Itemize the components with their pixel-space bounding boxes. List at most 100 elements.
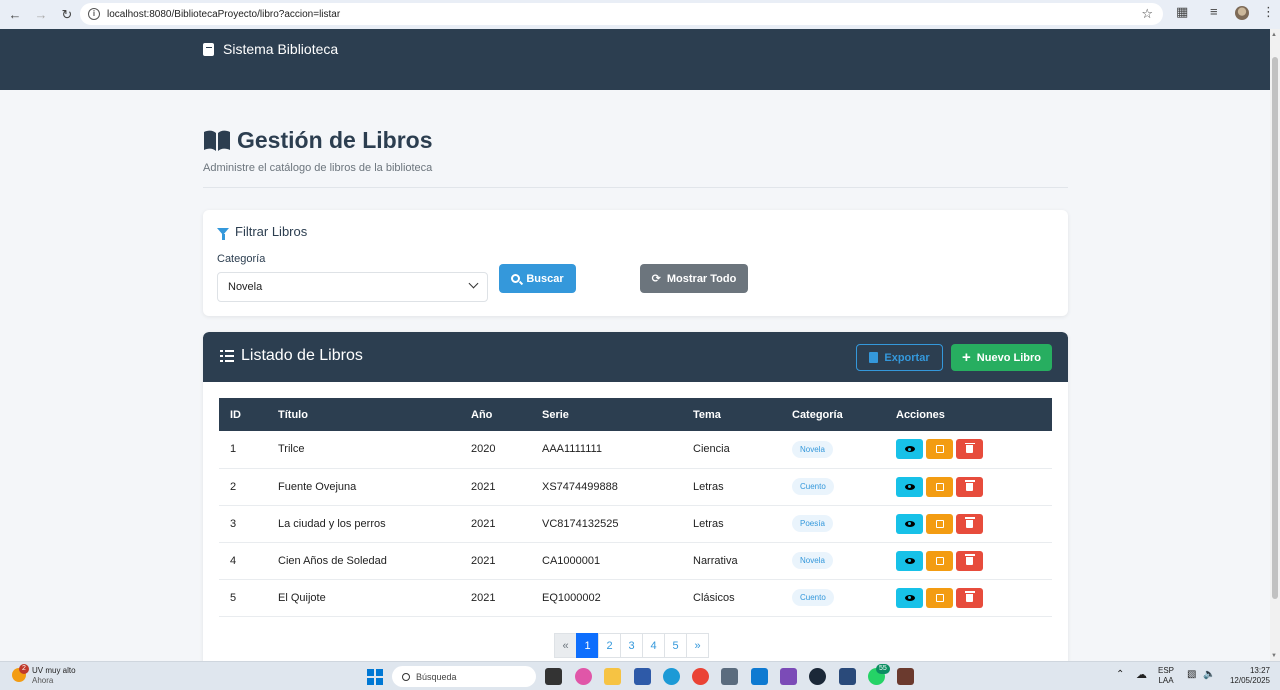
eye-icon [904, 520, 915, 527]
table-row: 1 Trilce 2020 AAA1111111 Ciencia Novela [219, 431, 1052, 468]
category-badge: Cuento [792, 478, 834, 495]
pagination-next[interactable]: » [686, 633, 709, 658]
brand-text: Sistema Biblioteca [223, 41, 339, 57]
pagination-page-1[interactable]: 1 [576, 633, 599, 658]
pagination-page-2[interactable]: 2 [598, 633, 621, 658]
scrollbar-thumb[interactable] [1272, 57, 1278, 599]
app-navbar: Sistema Biblioteca [0, 29, 1270, 90]
windows-start-icon[interactable] [367, 669, 383, 685]
delete-button[interactable] [956, 439, 983, 460]
category-badge: Novela [792, 552, 833, 569]
view-button[interactable] [896, 550, 923, 571]
delete-button[interactable] [956, 550, 983, 571]
bookmark-star-icon[interactable]: ☆ [1141, 6, 1153, 22]
task-view-icon[interactable] [545, 668, 562, 685]
pagination-page-5[interactable]: 5 [664, 633, 687, 658]
store-icon[interactable] [634, 668, 651, 685]
list-title: Listado de Libros [220, 347, 363, 365]
cell-year: 2020 [471, 443, 496, 456]
view-button[interactable] [896, 476, 923, 497]
site-info-icon[interactable]: i [88, 8, 100, 20]
export-button[interactable]: Exportar [856, 344, 943, 371]
view-button[interactable] [896, 513, 923, 534]
view-button[interactable] [896, 439, 923, 460]
filter-title-text: Filtrar Libros [235, 224, 308, 239]
copilot-icon[interactable] [575, 668, 592, 685]
cell-actions [885, 579, 1052, 616]
network-icon[interactable]: ▧ [1187, 670, 1196, 680]
edit-button[interactable] [926, 587, 953, 608]
table-row: 3 La ciudad y los perros 2021 VC8174132525 L… [219, 505, 1052, 542]
weather-badge: 2 [19, 664, 29, 674]
edit-button[interactable] [926, 513, 953, 534]
category-label: Categoría [217, 253, 266, 265]
sql-icon[interactable] [839, 668, 856, 685]
edit-icon [935, 519, 944, 528]
reload-icon[interactable]: ↻ [56, 4, 78, 26]
edit-button[interactable] [926, 439, 953, 460]
cell-category: Novela [781, 542, 885, 579]
view-button[interactable] [896, 587, 923, 608]
visual-studio-icon[interactable] [780, 668, 797, 685]
page-scrollbar[interactable]: ▲ ▼ [1270, 29, 1280, 661]
scroll-down-icon[interactable]: ▼ [1271, 653, 1277, 659]
trash-icon [964, 554, 975, 565]
lang-2: LAA [1158, 676, 1174, 685]
cell-topic: Letras [693, 480, 724, 493]
cell-title: Fuente Ovejuna [278, 480, 357, 493]
forward-arrow-icon[interactable]: → [30, 4, 52, 26]
tray-chevron-icon[interactable]: ⌃ [1116, 670, 1124, 680]
scroll-up-icon[interactable]: ▲ [1271, 32, 1277, 38]
search-button[interactable]: Buscar [499, 264, 576, 293]
extensions-icon[interactable]: ▦ [1176, 4, 1188, 20]
address-bar[interactable]: i localhost:8080/BibliotecaProyecto/libr… [80, 3, 1163, 25]
profile-avatar[interactable] [1235, 6, 1249, 20]
new-book-button[interactable]: + Nuevo Libro [951, 344, 1052, 371]
menu-dots-icon[interactable]: ⋮ [1262, 4, 1275, 20]
show-all-button[interactable]: ⟳ Mostrar Todo [640, 264, 748, 293]
sun-icon: 2 [12, 664, 29, 682]
weather-widget[interactable]: 2 UV muy alto Ahora [12, 664, 76, 686]
media-controls-icon[interactable]: ≡ [1210, 4, 1218, 19]
trash-icon [964, 442, 975, 454]
cell-title: Cien Años de Soledad [278, 554, 387, 567]
eye-icon [904, 594, 915, 601]
pagination-page-4[interactable]: 4 [642, 633, 665, 658]
table-row: 4 Cien Años de Soledad 2021 CA1000001 Narrat… [219, 542, 1052, 579]
col-series: Serie [542, 408, 569, 421]
browser-toolbar: ← → ↻ i localhost:8080/BibliotecaProyect… [0, 0, 1280, 29]
delete-button[interactable] [956, 513, 983, 534]
language-indicator[interactable]: ESP LAA [1158, 666, 1174, 686]
back-arrow-icon[interactable]: ← [4, 4, 26, 26]
game-icon[interactable] [897, 668, 914, 685]
cell-year: 2021 [471, 591, 496, 604]
cell-topic: Clásicos [693, 591, 735, 604]
edit-button[interactable] [926, 550, 953, 571]
onedrive-icon[interactable]: ☁ [1136, 670, 1147, 681]
delete-button[interactable] [956, 587, 983, 608]
clock-date: 12/05/2025 [1229, 676, 1270, 685]
steam-icon[interactable] [809, 668, 826, 685]
delete-button[interactable] [956, 476, 983, 497]
eye-icon [904, 446, 915, 453]
clock[interactable]: 13:27 12/05/2025 [1224, 666, 1270, 686]
app-icon[interactable] [721, 668, 738, 685]
volume-icon[interactable]: 🔈 [1203, 670, 1215, 680]
pagination-page-3[interactable]: 3 [620, 633, 643, 658]
col-actions: Acciones [896, 408, 945, 421]
vscode-icon[interactable] [751, 668, 768, 685]
plus-icon: + [962, 348, 971, 366]
edit-button[interactable] [926, 476, 953, 497]
taskbar-search[interactable]: Búsqueda [392, 666, 536, 687]
brand[interactable]: Sistema Biblioteca [203, 41, 338, 57]
url-text: localhost:8080/BibliotecaProyecto/libro?… [107, 8, 341, 20]
category-select[interactable]: Novela [217, 272, 488, 302]
edit-icon [935, 445, 944, 454]
file-explorer-icon[interactable] [604, 668, 621, 685]
col-year: Año [471, 408, 493, 421]
col-title: Título [278, 408, 308, 421]
edge-icon[interactable] [663, 668, 680, 685]
chrome-icon[interactable] [692, 668, 709, 685]
weather-sub: Ahora [32, 676, 54, 685]
pagination-prev[interactable]: « [554, 633, 577, 658]
